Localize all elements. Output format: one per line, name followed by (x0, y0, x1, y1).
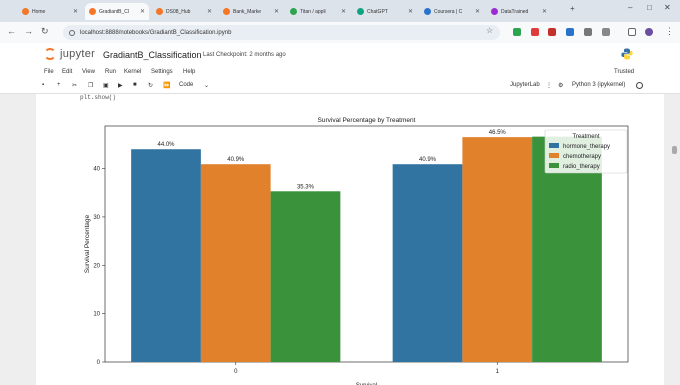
bar-value-label: 35.3% (297, 184, 315, 190)
legend-entry: radio_therapy (563, 164, 600, 170)
bar-chemotherapy-1 (462, 137, 533, 362)
x-tick-label: 1 (496, 369, 500, 375)
y-tick-label: 20 (93, 263, 100, 269)
bar-value-label: 40.9% (227, 157, 245, 163)
bar-chemotherapy-0 (200, 164, 271, 362)
legend-swatch (549, 163, 559, 168)
bar-hormone_therapy-1 (392, 164, 463, 362)
chart-title: Survival Percentage by Treatment (318, 117, 416, 124)
bar-radio_therapy-0 (270, 191, 341, 362)
legend-swatch (549, 143, 559, 148)
legend-swatch (549, 153, 559, 158)
survival-chart: Survival Percentage by Treatment01020304… (84, 117, 629, 385)
bar-value-label: 46.5% (489, 130, 507, 136)
y-tick-label: 0 (97, 360, 101, 366)
bar-value-label: 44.0% (158, 142, 176, 148)
legend-entry: hormone_therapy (563, 144, 610, 150)
x-tick-label: 0 (234, 369, 238, 375)
legend-entry: chemotherapy (563, 154, 601, 160)
legend-title: Treatment (572, 134, 599, 140)
y-axis-label: Survival Percentage (84, 215, 91, 274)
y-tick-label: 40 (93, 167, 100, 173)
y-tick-label: 30 (93, 215, 100, 221)
y-tick-label: 10 (93, 312, 100, 318)
bar-value-label: 40.9% (419, 157, 437, 163)
bar-hormone_therapy-0 (131, 149, 201, 362)
